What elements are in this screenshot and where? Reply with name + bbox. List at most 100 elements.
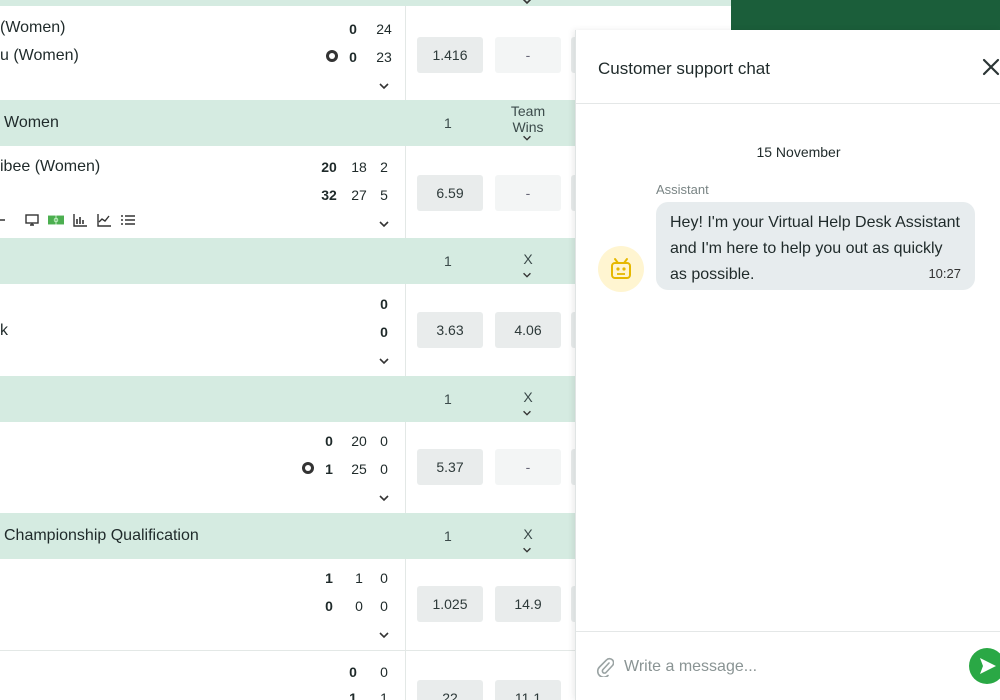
odd-button[interactable]: 1.025 bbox=[417, 586, 483, 622]
ball-icon bbox=[326, 50, 338, 62]
market-col-2-line1: Team bbox=[510, 103, 546, 119]
message-date: 15 November bbox=[756, 144, 841, 160]
team-name[interactable]: (Women) bbox=[0, 19, 66, 37]
score: 0 bbox=[349, 49, 357, 65]
score: 0 bbox=[380, 570, 388, 586]
score: 32 bbox=[321, 187, 337, 203]
team-name[interactable]: u (Women) bbox=[0, 47, 79, 65]
line-chart-icon[interactable] bbox=[96, 213, 112, 227]
team-name[interactable]: ibee (Women) bbox=[0, 158, 100, 176]
score: 20 bbox=[321, 159, 337, 175]
ball-icon bbox=[302, 462, 314, 474]
chevron-down-icon[interactable] bbox=[521, 407, 533, 419]
league-header: 1 X bbox=[0, 238, 575, 284]
arrow-icon[interactable] bbox=[0, 213, 16, 227]
league-header: Championship Qualification 1 X bbox=[0, 513, 575, 559]
market-col-2: X bbox=[523, 526, 533, 542]
chevron-down-icon[interactable] bbox=[377, 354, 391, 368]
monitor-icon[interactable] bbox=[24, 213, 40, 227]
odd-button[interactable]: 4.06 bbox=[495, 312, 561, 348]
market-col-2: X bbox=[523, 251, 533, 267]
brand-header-strip bbox=[731, 0, 1000, 30]
close-icon[interactable] bbox=[980, 56, 1000, 78]
send-button[interactable] bbox=[969, 648, 1000, 684]
chevron-down-icon[interactable] bbox=[521, 269, 533, 281]
divider bbox=[405, 651, 406, 700]
score: 1 bbox=[349, 690, 357, 700]
score: 20 bbox=[351, 433, 367, 449]
chevron-down-icon[interactable] bbox=[521, 544, 533, 556]
divider bbox=[405, 146, 406, 238]
chat-header: Customer support chat bbox=[576, 30, 1000, 104]
support-chat-panel: Customer support chat 15 November Assist… bbox=[575, 30, 1000, 700]
score: 1 bbox=[325, 461, 333, 477]
score: 0 bbox=[380, 324, 388, 340]
score: 0 bbox=[380, 433, 388, 449]
league-title: Women bbox=[4, 114, 59, 131]
divider bbox=[0, 650, 575, 651]
odd-button[interactable]: 14.9 bbox=[495, 586, 561, 622]
score: 5 bbox=[380, 187, 388, 203]
chevron-down-icon[interactable] bbox=[520, 0, 534, 8]
league-title: Championship Qualification bbox=[4, 527, 199, 544]
header-band-top bbox=[0, 0, 731, 6]
event-feature-icons bbox=[0, 212, 136, 228]
score: 0 bbox=[380, 664, 388, 680]
odd-button[interactable]: 5.37 bbox=[417, 449, 483, 485]
score: 0 bbox=[380, 296, 388, 312]
score: 0 bbox=[380, 461, 388, 477]
odd-button[interactable]: - bbox=[495, 175, 561, 211]
list-icon[interactable] bbox=[120, 213, 136, 227]
league-header: 1 X bbox=[0, 376, 575, 422]
odd-button[interactable]: 1.416 bbox=[417, 37, 483, 73]
market-col-1: 1 bbox=[444, 253, 452, 269]
score: 1 bbox=[380, 690, 388, 700]
score: 0 bbox=[325, 433, 333, 449]
chevron-down-icon[interactable] bbox=[377, 79, 391, 93]
odd-button[interactable]: - bbox=[495, 37, 561, 73]
bot-avatar-icon bbox=[611, 258, 631, 279]
message-input[interactable] bbox=[624, 654, 954, 680]
score: 0 bbox=[325, 598, 333, 614]
odd-button[interactable]: 3.63 bbox=[417, 312, 483, 348]
score: 18 bbox=[351, 159, 367, 175]
divider bbox=[405, 422, 406, 513]
score: 0 bbox=[355, 598, 363, 614]
odd-button[interactable]: 6.59 bbox=[417, 175, 483, 211]
bar-chart-icon[interactable] bbox=[72, 213, 88, 227]
league-header: Women 1 Team Wins bbox=[0, 100, 575, 146]
message-text: Hey! I'm your Virtual Help Desk Assistan… bbox=[670, 214, 960, 283]
message-bubble: Hey! I'm your Virtual Help Desk Assistan… bbox=[656, 202, 975, 290]
market-col-1: 1 bbox=[444, 115, 452, 131]
score: 1 bbox=[325, 570, 333, 586]
team-name[interactable]: k bbox=[0, 322, 8, 340]
chat-title: Customer support chat bbox=[598, 59, 770, 78]
message-sender: Assistant bbox=[656, 182, 709, 197]
market-col-1: 1 bbox=[444, 528, 452, 544]
odd-button[interactable]: 11.1 bbox=[495, 680, 561, 700]
score: 24 bbox=[376, 21, 392, 37]
send-icon bbox=[980, 658, 996, 674]
score: 27 bbox=[351, 187, 367, 203]
message-time: 10:27 bbox=[928, 266, 961, 281]
market-col-2: X bbox=[523, 389, 533, 405]
chat-composer bbox=[576, 631, 1000, 700]
divider bbox=[405, 284, 406, 376]
score: 2 bbox=[380, 159, 388, 175]
divider bbox=[405, 559, 406, 650]
field-icon[interactable] bbox=[48, 213, 64, 227]
score: 23 bbox=[376, 49, 392, 65]
chevron-down-icon[interactable] bbox=[521, 132, 533, 144]
odd-button[interactable]: - bbox=[495, 449, 561, 485]
market-col-1: 1 bbox=[444, 391, 452, 407]
score: 1 bbox=[355, 570, 363, 586]
divider bbox=[405, 6, 406, 100]
paperclip-icon[interactable] bbox=[596, 657, 614, 677]
chevron-down-icon[interactable] bbox=[377, 491, 391, 505]
score: 25 bbox=[351, 461, 367, 477]
chevron-down-icon[interactable] bbox=[377, 217, 391, 231]
odd-button[interactable]: 22 bbox=[417, 680, 483, 700]
bot-avatar bbox=[598, 246, 644, 292]
score: 0 bbox=[349, 664, 357, 680]
chevron-down-icon[interactable] bbox=[377, 628, 391, 642]
